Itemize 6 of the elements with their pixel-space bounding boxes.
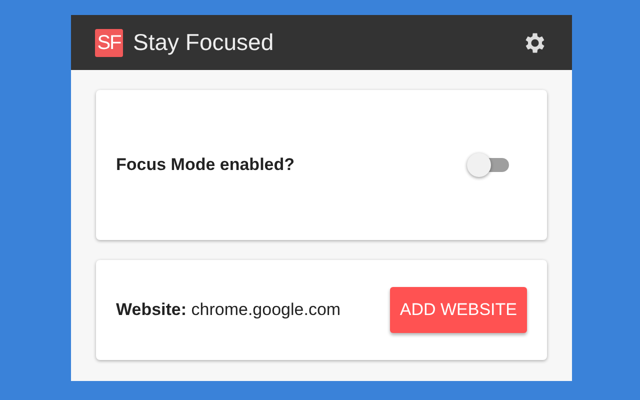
focus-mode-label: Focus Mode enabled? — [116, 154, 295, 176]
logo: SF — [95, 28, 123, 56]
add-website-button[interactable]: ADD WEBSITE — [390, 287, 527, 333]
app-title: Stay Focused — [133, 28, 274, 58]
website-text: Website: chrome.google.com — [116, 299, 341, 322]
focus-mode-toggle[interactable] — [467, 153, 509, 177]
